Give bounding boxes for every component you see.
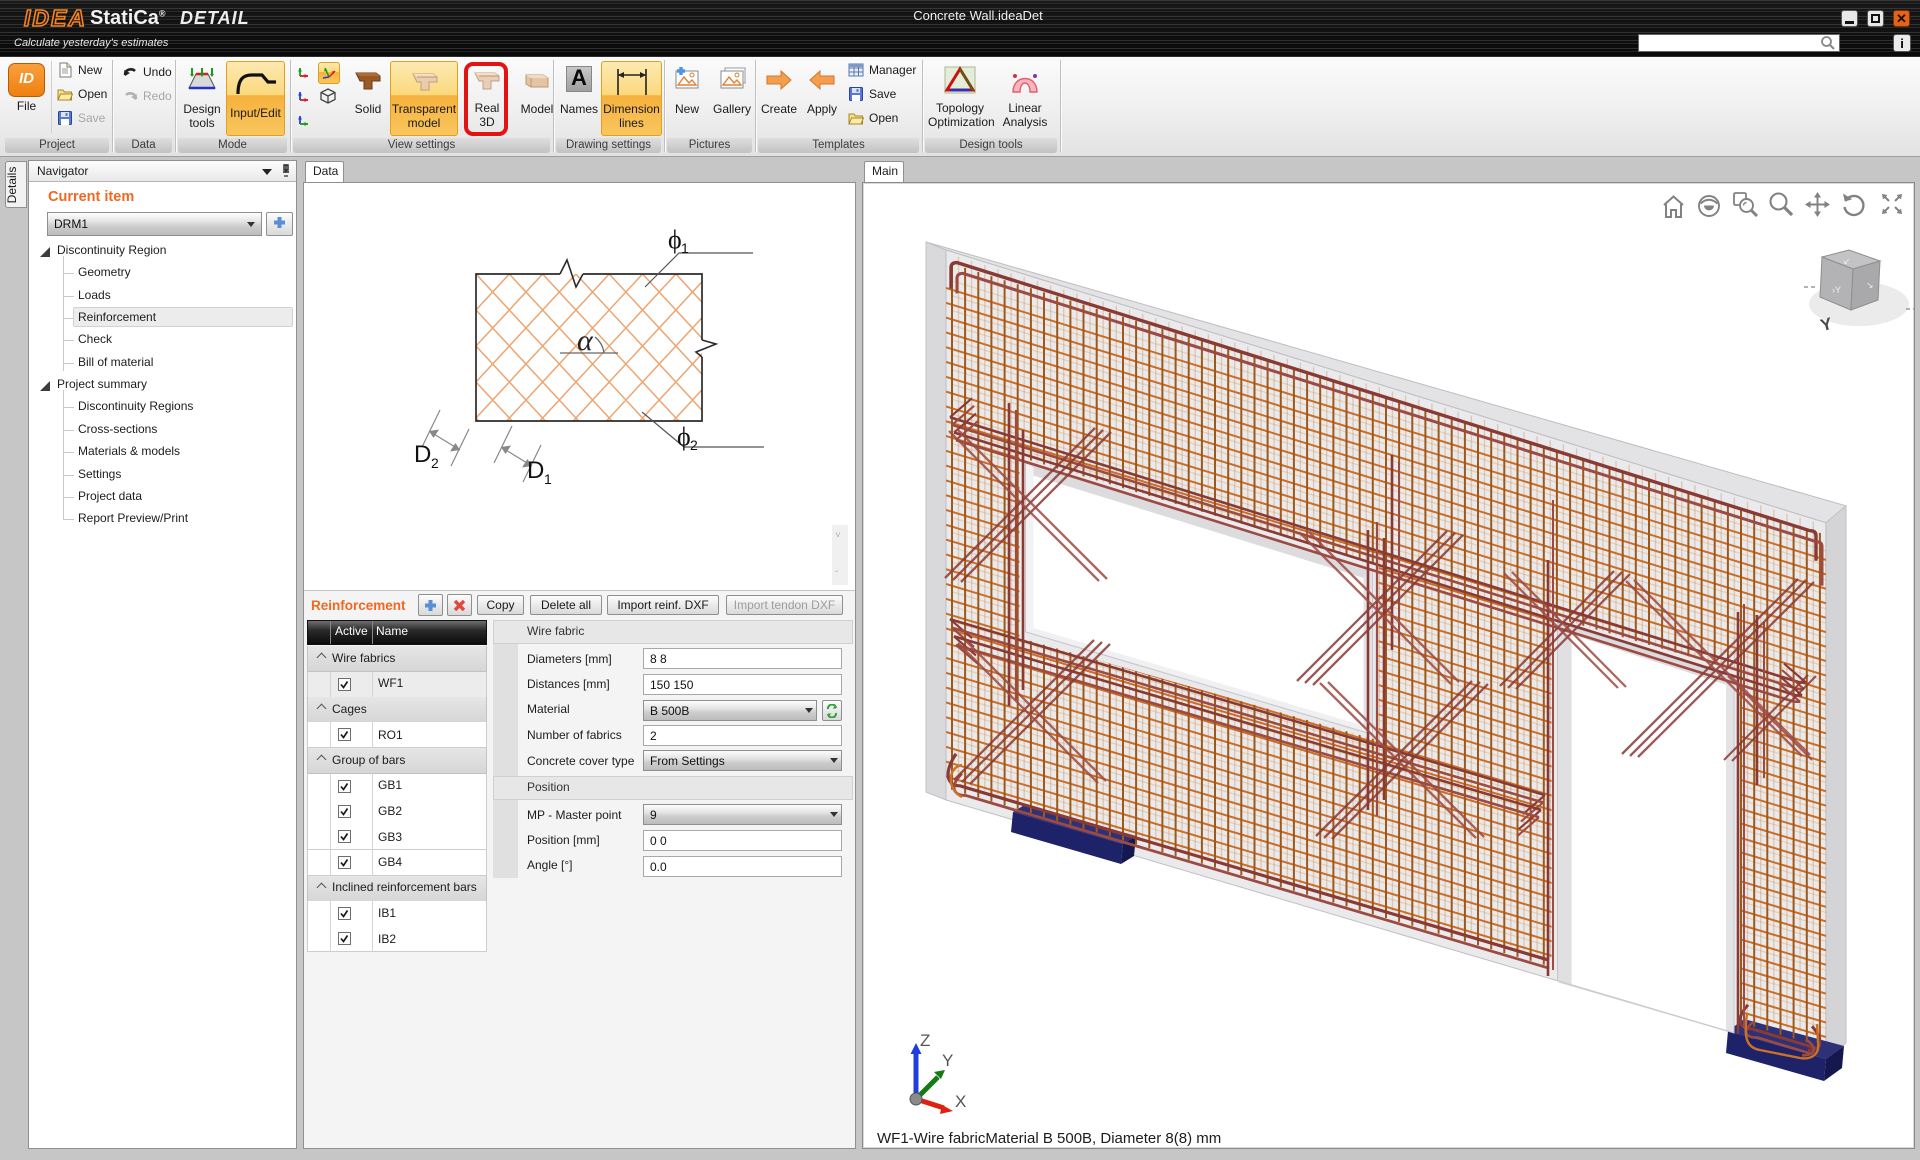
svg-text:2: 2 (690, 437, 698, 453)
svg-text:α: α (577, 324, 594, 357)
svg-text:X: X (955, 1092, 966, 1111)
svg-text:D: D (414, 441, 431, 468)
svg-text:↙: ↙ (1843, 256, 1851, 266)
svg-text:Y: Y (942, 1051, 953, 1070)
svg-text:1: 1 (681, 240, 689, 256)
svg-text:ϕ: ϕ (677, 422, 691, 451)
svg-text:D: D (527, 457, 544, 484)
svg-text:ϕ: ϕ (668, 225, 682, 254)
svg-text:1: 1 (544, 471, 552, 487)
svg-text:2: 2 (431, 455, 439, 471)
svg-text:↘: ↘ (1866, 280, 1874, 290)
svg-text:›Y: ›Y (1832, 285, 1841, 295)
svg-text:Z: Z (920, 1031, 930, 1050)
